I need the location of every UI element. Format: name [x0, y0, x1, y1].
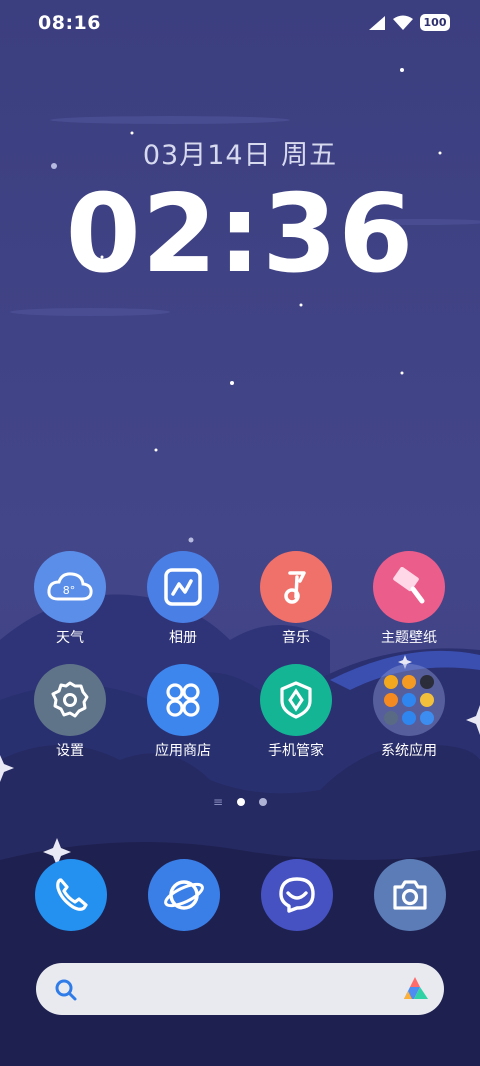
weather-temp: 8°	[63, 584, 76, 597]
camera-icon	[393, 880, 427, 910]
date-text: 03月14日 周五	[142, 140, 338, 171]
status-icons: 100	[368, 14, 450, 31]
app-store[interactable]: 应用商店	[135, 664, 231, 760]
security-icon	[260, 664, 332, 736]
app-themes[interactable]: 主题壁纸	[361, 551, 457, 647]
themes-icon	[373, 551, 445, 623]
clock-widget[interactable]: 02:36	[0, 172, 480, 297]
app-music[interactable]: 音乐	[248, 551, 344, 647]
app-label: 天气	[56, 630, 84, 646]
search-icon	[55, 979, 77, 1001]
assistant-icon[interactable]	[400, 975, 430, 1003]
battery-icon: 100	[420, 14, 450, 31]
app-label: 系统应用	[381, 743, 437, 759]
settings-icon	[34, 664, 106, 736]
app-security[interactable]: 手机管家	[248, 664, 344, 760]
app-label: 相册	[169, 630, 197, 646]
app-label: 主题壁纸	[381, 630, 437, 646]
app-label: 应用商店	[155, 743, 211, 759]
folder-system-apps[interactable]: 系统应用	[361, 664, 457, 760]
music-icon	[260, 551, 332, 623]
dock-messages[interactable]	[261, 859, 333, 931]
wifi-icon	[393, 15, 413, 30]
dock-camera[interactable]	[374, 859, 446, 931]
weather-icon: 8°	[34, 551, 106, 623]
phone-icon	[56, 878, 88, 911]
dock-browser[interactable]	[148, 859, 220, 931]
app-settings[interactable]: 设置	[22, 664, 118, 760]
page-dot[interactable]	[259, 798, 268, 806]
app-label: 手机管家	[268, 743, 324, 759]
status-bar: 08:16 100	[0, 0, 480, 50]
cellular-signal-icon	[369, 15, 385, 30]
dock-phone[interactable]	[35, 859, 107, 931]
browser-icon	[164, 880, 204, 910]
page-indicator[interactable]: ≡	[0, 796, 480, 808]
app-gallery[interactable]: 相册	[135, 551, 231, 647]
status-time: 08:16	[38, 12, 101, 34]
app-weather[interactable]: 8° 天气	[22, 551, 118, 647]
system-apps-folder-icon	[373, 664, 445, 736]
app-label: 音乐	[282, 630, 310, 646]
folder-preview-grid	[384, 675, 434, 725]
search-bar[interactable]	[36, 963, 444, 1015]
messages-icon	[279, 877, 315, 913]
gallery-icon	[147, 551, 219, 623]
app-store-icon	[147, 664, 219, 736]
app-label: 设置	[56, 743, 84, 759]
page-dot-active[interactable]	[237, 798, 246, 806]
page-menu-icon[interactable]: ≡	[213, 796, 223, 808]
